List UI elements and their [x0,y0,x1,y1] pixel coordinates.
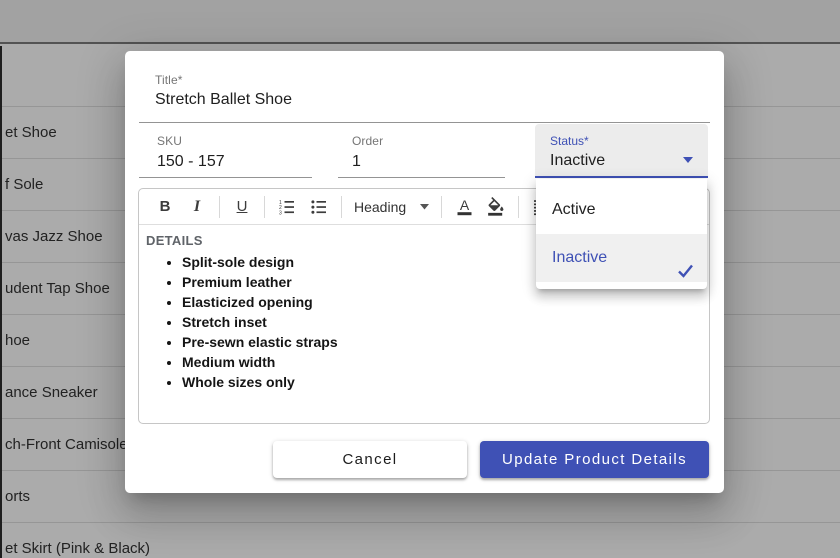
heading-style-select[interactable]: Heading [348,199,435,215]
font-color-button[interactable]: A [451,193,477,221]
bullet-list-icon [311,199,326,214]
ordered-list-button[interactable]: 1 2 3 [274,193,300,221]
status-option[interactable]: Inactive [536,234,707,282]
status-option[interactable]: Active [536,186,707,234]
cancel-button[interactable]: Cancel [273,441,467,478]
check-icon [677,250,694,298]
status-select[interactable]: Status* Inactive [535,124,708,178]
toolbar-divider [441,195,443,218]
order-field-underline [338,177,505,178]
update-product-details-button[interactable]: Update Product Details [480,441,709,478]
title-field-label: Title* [155,73,183,87]
fill-color-icon [488,197,504,216]
order-field-label: Order [352,134,384,148]
edit-product-dialog: Title* Stretch Ballet Shoe SKU 150 - 157… [125,51,724,493]
detail-bullet-item: Stretch inset [182,312,701,332]
detail-bullet-item: Elasticized opening [182,292,701,312]
svg-text:3: 3 [279,210,282,216]
status-selected-value: Inactive [550,152,606,169]
detail-bullet-item: Whole sizes only [182,372,701,392]
status-field-label: Status* [550,134,589,148]
font-color-icon: A [457,197,472,216]
order-input[interactable]: 1 [352,153,361,171]
toolbar-divider [518,195,520,218]
fill-color-button[interactable] [483,193,509,221]
toolbar-divider [219,195,220,218]
bullet-list-button[interactable] [306,193,332,221]
status-option-label: Inactive [552,249,608,266]
underline-button[interactable]: U [229,193,255,221]
sku-field-underline [139,177,312,178]
status-dropdown-menu: Active Inactive [536,179,707,289]
sku-input[interactable]: 150 - 157 [157,153,225,171]
heading-style-label: Heading [354,198,407,215]
screen: et Shoe f Sole vas Jazz Shoe udent Tap S… [0,0,840,558]
detail-bullet-item: Pre-sewn elastic straps [182,332,701,352]
chevron-down-icon [420,203,430,209]
status-option-label: Active [552,201,596,218]
detail-bullet-item: Medium width [182,352,701,372]
chevron-down-icon [683,157,693,163]
ordered-list-icon: 1 2 3 [279,200,294,216]
title-input[interactable]: Stretch Ballet Shoe [155,91,292,109]
title-field-underline [139,122,710,123]
toolbar-divider [264,195,265,218]
svg-text:A: A [459,197,469,213]
italic-button[interactable]: I [184,193,210,221]
toolbar-divider [341,195,342,218]
sku-field-label: SKU [157,134,182,148]
bold-button[interactable]: B [152,193,178,221]
